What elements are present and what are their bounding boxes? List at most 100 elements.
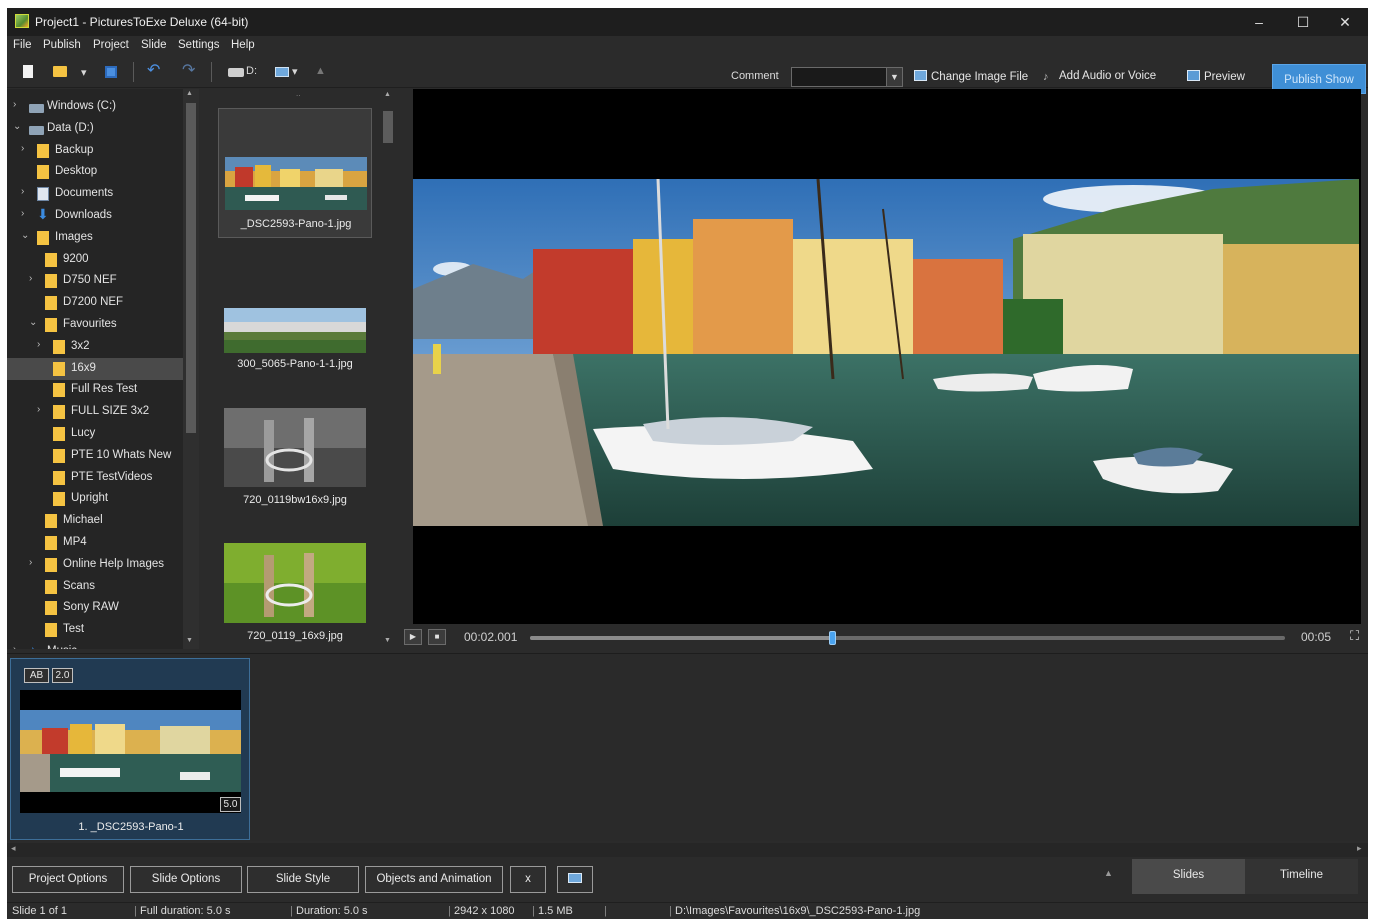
tree-item[interactable]: PTE TestVideos (7, 467, 183, 489)
scroll-up-icon[interactable]: ▲ (186, 90, 193, 97)
close-x-button[interactable]: x (510, 866, 546, 893)
slide-list-scrollbar[interactable]: ◂ ▸ (7, 843, 1368, 857)
tree-item[interactable]: Desktop (7, 161, 183, 183)
tree-item[interactable]: ⌄ Data (D:) (7, 118, 183, 140)
play-button[interactable]: ▶ (404, 629, 422, 645)
view-mode-chevron-icon[interactable]: ▾ (292, 65, 298, 83)
scroll-up-icon[interactable]: ▲ (384, 91, 391, 98)
undo-icon[interactable]: ↶ (147, 60, 160, 79)
files-scrollbar[interactable]: ▲ ▼ (381, 89, 395, 649)
new-project-icon[interactable] (23, 65, 33, 78)
file-item[interactable]: 720_0119bw16x9.jpg (218, 395, 372, 525)
tree-item[interactable]: › 3x2 (7, 336, 183, 358)
collapse-arrow-icon[interactable]: ▲ (1104, 868, 1113, 878)
tree-scrollbar[interactable]: ▲ ▼ (183, 89, 199, 649)
chevron-right-icon[interactable]: › (21, 186, 31, 197)
image-tool-button[interactable] (557, 866, 593, 893)
tab-slides[interactable]: Slides (1132, 859, 1245, 894)
ab-badge[interactable]: AB (24, 668, 49, 683)
slide-duration-badge[interactable]: 5.0 (220, 797, 241, 812)
tree-item[interactable]: › D750 NEF (7, 270, 183, 292)
tree-item[interactable]: MP4 (7, 532, 183, 554)
up-arrow-icon[interactable]: ▲ (315, 65, 326, 83)
preview-pane[interactable] (413, 89, 1361, 624)
chevron-right-icon[interactable]: › (37, 339, 47, 350)
tree-item[interactable]: Michael (7, 510, 183, 532)
seek-handle[interactable] (829, 631, 836, 645)
open-folder-icon[interactable] (53, 66, 67, 77)
tree-item[interactable]: D7200 NEF (7, 292, 183, 314)
view-mode-icon[interactable] (275, 67, 289, 77)
chevron-down-icon[interactable]: ⌄ (13, 121, 23, 132)
tree-item[interactable]: Sony RAW (7, 597, 183, 619)
menu-file[interactable]: File (13, 39, 32, 51)
tree-item[interactable]: › Windows (C:) (7, 96, 183, 118)
change-image-file-button[interactable]: Change Image File (914, 70, 1028, 83)
scroll-down-icon[interactable]: ▼ (186, 637, 193, 644)
minimize-button[interactable]: – (1244, 12, 1274, 32)
slide-thumbnail[interactable]: AB 2.0 5.0 1. _DSC2593-Pano-1 (10, 658, 250, 840)
close-button[interactable]: ✕ (1330, 12, 1360, 32)
menu-project[interactable]: Project (93, 39, 129, 51)
open-recent-chevron-icon[interactable]: ▾ (81, 66, 87, 84)
stop-button[interactable]: ■ (428, 629, 446, 645)
chevron-right-icon[interactable]: › (13, 644, 23, 649)
chevron-down-icon[interactable]: ⌄ (29, 317, 39, 328)
tree-item[interactable]: Full Res Test (7, 379, 183, 401)
tree-item[interactable]: › Documents (7, 183, 183, 205)
seek-slider[interactable] (530, 631, 1285, 645)
chevron-down-icon[interactable]: ⌄ (21, 230, 31, 241)
save-icon[interactable] (105, 66, 117, 78)
tree-item-label: Upright (71, 492, 109, 505)
chevron-right-icon[interactable]: › (21, 143, 31, 154)
tree-item[interactable]: 16x9 (7, 357, 183, 380)
slide-style-button[interactable]: Slide Style (247, 866, 359, 893)
chevron-right-icon[interactable]: › (29, 273, 39, 284)
menu-help[interactable]: Help (231, 39, 255, 51)
tree-item[interactable]: Upright (7, 488, 183, 510)
chevron-right-icon[interactable]: › (13, 99, 23, 110)
comment-dropdown[interactable]: ▼ (791, 67, 903, 87)
file-thumbnail (224, 308, 366, 353)
tree-item[interactable]: Test (7, 619, 183, 641)
menu-publish[interactable]: Publish (43, 39, 81, 51)
transition-duration-badge[interactable]: 2.0 (52, 668, 73, 683)
chevron-right-icon[interactable]: › (21, 208, 31, 219)
tree-item[interactable]: › Backup (7, 140, 183, 162)
fullscreen-icon[interactable]: ⛶ (1350, 628, 1359, 644)
preview-button[interactable]: Preview (1187, 70, 1245, 83)
comment-chevron-icon[interactable]: ▼ (886, 68, 902, 86)
file-item[interactable]: 300_5065-Pano-1-1.jpg (218, 279, 372, 409)
slide-options-button[interactable]: Slide Options (130, 866, 242, 893)
project-options-button[interactable]: Project Options (12, 866, 124, 893)
tree-item[interactable]: PTE 10 Whats New (7, 445, 183, 467)
chevron-right-icon[interactable]: › (37, 404, 47, 415)
file-item[interactable]: _DSC2593-Pano-1.jpg (218, 108, 372, 238)
drive-icon[interactable] (228, 68, 244, 77)
tree-item[interactable]: › ♪ Music (7, 641, 183, 649)
tab-timeline[interactable]: Timeline (1245, 859, 1358, 894)
drive-label[interactable]: D: (246, 65, 257, 83)
tree-scroll-thumb[interactable] (186, 103, 196, 433)
scroll-left-icon[interactable]: ◂ (11, 843, 16, 854)
tree-item[interactable]: Scans (7, 576, 183, 598)
files-scroll-thumb[interactable] (383, 111, 393, 143)
tree-item[interactable]: ⌄ Favourites (7, 314, 183, 336)
objects-animation-button[interactable]: Objects and Animation (365, 866, 503, 893)
tree-item[interactable]: ⌄ Images (7, 227, 183, 249)
folder-icon (45, 318, 57, 332)
tree-item[interactable]: 9200 (7, 249, 183, 271)
chevron-right-icon[interactable]: › (29, 557, 39, 568)
tree-item[interactable]: › Online Help Images (7, 554, 183, 576)
redo-icon[interactable]: ↷ (182, 60, 195, 79)
tree-item[interactable]: Lucy (7, 423, 183, 445)
maximize-button[interactable]: ☐ (1288, 12, 1318, 32)
tree-item[interactable]: › FULL SIZE 3x2 (7, 401, 183, 423)
add-audio-button[interactable]: ♪ Add Audio or Voice (1043, 70, 1156, 83)
scroll-right-icon[interactable]: ▸ (1357, 843, 1362, 854)
file-item[interactable]: 720_0119_16x9.jpg (218, 530, 372, 649)
scroll-down-icon[interactable]: ▼ (384, 637, 391, 644)
tree-item[interactable]: › ⬇ Downloads (7, 205, 183, 227)
menu-settings[interactable]: Settings (178, 39, 220, 51)
menu-slide[interactable]: Slide (141, 39, 167, 51)
